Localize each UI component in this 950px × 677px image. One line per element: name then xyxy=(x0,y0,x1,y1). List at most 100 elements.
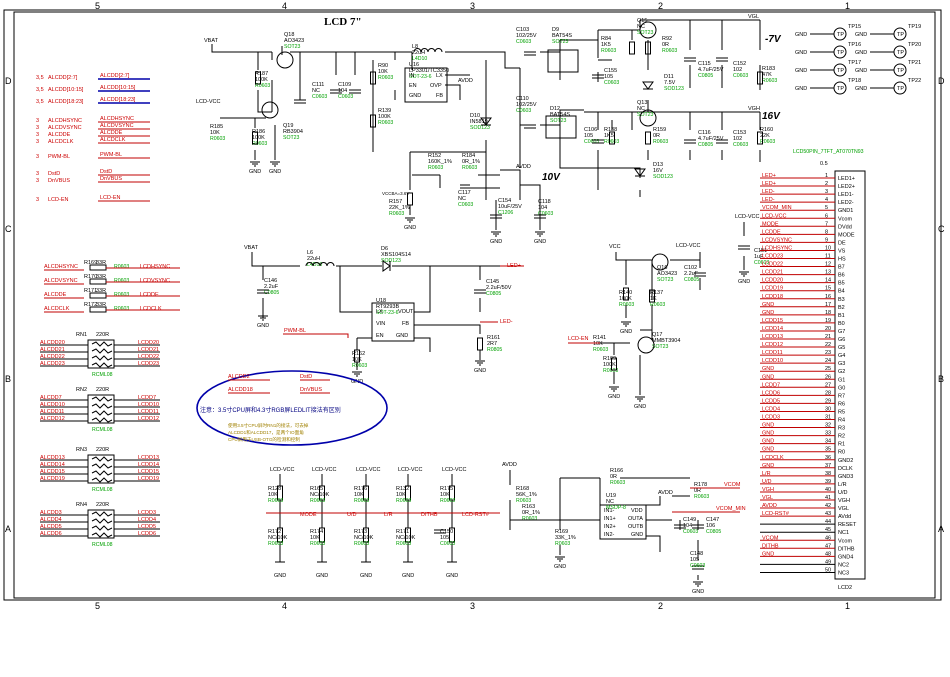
zone-5: 5 xyxy=(95,1,100,11)
rn-right-net: LCDD20 xyxy=(138,340,159,346)
vcom-part-package: C0805 xyxy=(706,529,721,535)
connector-pin-number: 48 xyxy=(825,551,831,557)
note-line4: CPU屏用于USB-OTG的检测和控制 xyxy=(228,436,300,443)
ground-label: GND xyxy=(404,225,416,231)
part-package: R0603 xyxy=(653,139,668,145)
tp-net: GND xyxy=(795,68,807,74)
avdd-label-4: AVDD xyxy=(458,78,473,84)
sync-left-net: ALCDCLK xyxy=(44,306,70,312)
pull-top-package: R0603 xyxy=(310,498,325,504)
vgh-label: VGH xyxy=(748,106,760,112)
connector-net-label: GND xyxy=(762,431,774,437)
capacitor-symbol xyxy=(684,57,696,62)
connector-pin-name: GND4 xyxy=(838,554,853,560)
ground-symbol xyxy=(352,371,362,377)
pull-bottom-package: R0603 xyxy=(268,541,283,547)
schematic-sheet: 5 4 3 2 1 5 4 3 2 1 D C B A D C B A LCD … xyxy=(0,0,950,672)
net-lcdrst: LCD-RST# xyxy=(462,512,490,518)
part-package: R0603 xyxy=(619,302,634,308)
rn-ref: RN1 xyxy=(76,332,87,338)
connector-net-label: LCDD20 xyxy=(762,278,783,284)
connector-pin-number: 27 xyxy=(825,382,831,388)
part-package: SOT23 xyxy=(550,118,567,124)
connector-net-label: LCDD11 xyxy=(762,350,783,356)
pull-top-package: R0603 xyxy=(396,498,411,504)
connector-pin-number: 39 xyxy=(825,479,831,485)
svg-text:VDD: VDD xyxy=(631,508,643,514)
left-net-ports: 3,5 ALCDD[2:7] ALCDD[2:7] 3,5 ALCDD[10:15] AL… xyxy=(36,73,150,203)
sync-right-net: LCDHSYNC xyxy=(140,264,170,270)
connector-pin-number: 22 xyxy=(825,342,831,348)
svg-text:OUTA: OUTA xyxy=(628,516,643,522)
rn-element xyxy=(91,477,113,483)
connector-pin-name: RESET xyxy=(838,522,857,528)
ground-symbol xyxy=(535,231,545,237)
connector-pin-name: B2 xyxy=(838,305,845,311)
inductor-coil xyxy=(434,48,443,53)
connector-net-label: LCDD4 xyxy=(762,406,780,412)
rn-right-net: LCDD13 xyxy=(138,455,159,461)
net-port-label: LCD-EN xyxy=(48,197,69,203)
connector-pin-name: G0 xyxy=(838,385,845,391)
ground-symbol xyxy=(609,386,619,392)
schematic-canvas: 5 4 3 2 1 5 4 3 2 1 D C B A D C B A LCD … xyxy=(3,1,945,611)
tp-net: GND xyxy=(795,32,807,38)
zone-3b: 3 xyxy=(470,601,475,611)
net-sheet-ref: 3,5 xyxy=(36,87,44,93)
connector-pin-number: 29 xyxy=(825,398,831,404)
connector-pin-name: MODE xyxy=(838,232,855,238)
part-package: R0603 xyxy=(352,363,367,369)
rn-right-net: LCDD14 xyxy=(138,462,159,468)
rn-element xyxy=(91,362,113,368)
connector-pin-name: NC3 xyxy=(838,570,849,576)
rn-value: 220R xyxy=(96,387,109,393)
mode-pull-resistors: LCD-VCCR12810KR0603R172NC/10KR0603GNDLCD… xyxy=(268,467,721,579)
ground-symbol xyxy=(555,556,565,562)
connector-pin-number: 6 xyxy=(825,213,828,219)
svg-text:VIN: VIN xyxy=(376,321,385,327)
zone-1: 1 xyxy=(845,1,850,11)
net-local-label: DnVBUS xyxy=(100,176,122,182)
net-sheet-ref: 3 xyxy=(36,118,39,124)
part-package: R0805 xyxy=(487,347,502,353)
connector-pin-number: 37 xyxy=(825,463,831,469)
pull-supply-label: LCD-VCC xyxy=(312,467,336,473)
net-port-label: DnVBUS xyxy=(48,178,70,184)
rn-body xyxy=(87,509,115,539)
connector-pin-name: DVdd xyxy=(838,224,852,230)
net-sheet-ref: 3 xyxy=(36,125,39,131)
connector-net-label: GND xyxy=(762,463,774,469)
connector-pin-name: B3 xyxy=(838,297,845,303)
note-line1: 注意：3.5寸CPU屏和4.3寸RGB屏LEDLIT接法有区别 xyxy=(200,406,341,414)
net-local-label: ALCDVSYNC xyxy=(100,123,134,129)
svg-text:EN: EN xyxy=(376,333,384,339)
lcdvcc-label: LCD-VCC xyxy=(676,243,700,249)
part-package: R0603 xyxy=(762,78,777,84)
connector-net-label: LCD-RST# xyxy=(762,511,790,517)
bat54s-d9 xyxy=(547,49,579,73)
part-package: R0603 xyxy=(428,165,443,171)
connector-net-label: U/D xyxy=(762,479,772,485)
connector-pin-name: R6 xyxy=(838,401,845,407)
net-port-label: ALCDD[18:23] xyxy=(48,99,84,105)
connector-pin-name: G7 xyxy=(838,329,845,335)
pull-supply-label: LCD-VCC xyxy=(442,467,466,473)
svg-text:IN1+: IN1+ xyxy=(604,516,616,522)
net-local-label: ALCDD[2:7] xyxy=(100,73,130,79)
connector-net-label: LCDD7 xyxy=(762,382,780,388)
capacitor-symbol xyxy=(684,139,696,144)
connector-pin-name: VS xyxy=(838,248,846,254)
zone-d: D xyxy=(5,76,12,86)
connector-pin-name: G1 xyxy=(838,377,845,383)
rn-element xyxy=(91,410,113,416)
connector-pin-number: 3 xyxy=(825,189,828,195)
connector-pin-number: 24 xyxy=(825,358,831,364)
connector-pin-name: LED2+ xyxy=(838,184,855,190)
connector-pin-name: VGL xyxy=(838,506,849,512)
svg-text:FB: FB xyxy=(402,321,409,327)
pull-top-package: R0603 xyxy=(354,498,369,504)
connector-pin-name: G2 xyxy=(838,369,845,375)
net-sheet-ref: 3 xyxy=(36,132,39,138)
connector-pin-number: 46 xyxy=(825,535,831,541)
connector-net-label: LCDD22 xyxy=(762,262,783,268)
